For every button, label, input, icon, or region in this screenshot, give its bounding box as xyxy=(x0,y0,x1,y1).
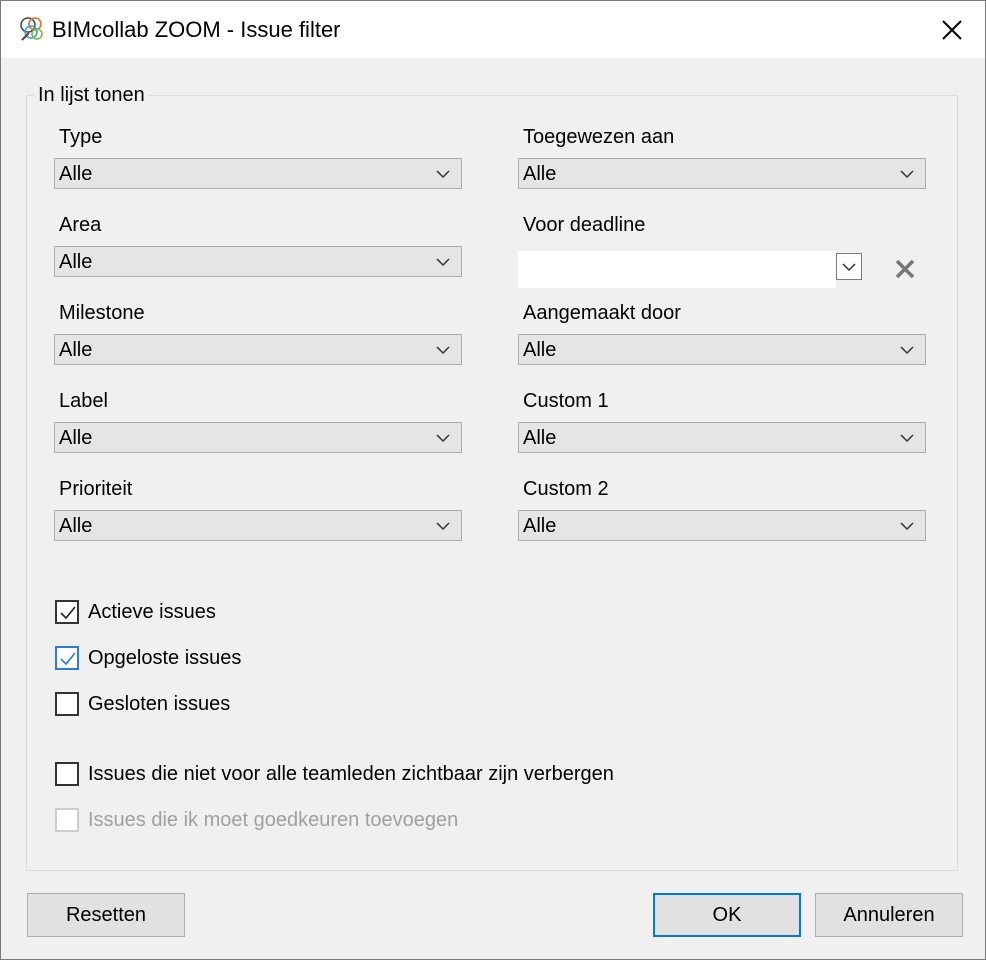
checkmark-icon xyxy=(60,606,76,620)
chevron-down-icon xyxy=(436,434,450,443)
date-picker-button[interactable] xyxy=(836,253,862,280)
verbergen-label[interactable]: Issues die niet voor alle teamleden zich… xyxy=(88,763,614,786)
reset-button[interactable]: Resetten xyxy=(27,893,185,937)
milestone-dropdown[interactable]: Alle xyxy=(54,334,462,365)
custom1-dropdown[interactable]: Alle xyxy=(518,422,926,453)
type-dropdown[interactable]: Alle xyxy=(54,158,462,189)
issue-filter-dialog: BIMcollab ZOOM - Issue filter In lijst t… xyxy=(0,0,986,960)
aangemaakt-label: Aangemaakt door xyxy=(523,302,681,324)
toegewezen-label: Toegewezen aan xyxy=(523,126,675,148)
checkmark-icon xyxy=(60,652,76,666)
toegewezen-value: Alle xyxy=(523,163,557,185)
type-value: Alle xyxy=(59,163,93,185)
clear-x-icon xyxy=(895,259,915,279)
opgeloste-issues-checkbox[interactable] xyxy=(55,646,79,670)
chevron-down-icon xyxy=(842,262,856,271)
custom2-value: Alle xyxy=(523,515,557,537)
toegewezen-dropdown[interactable]: Alle xyxy=(518,158,926,189)
window-title: BIMcollab ZOOM - Issue filter xyxy=(52,17,341,42)
chevron-down-icon xyxy=(436,258,450,267)
title-bar: BIMcollab ZOOM - Issue filter xyxy=(1,1,985,58)
deadline-label: Voor deadline xyxy=(523,214,646,236)
cancel-button[interactable]: Annuleren xyxy=(815,893,963,937)
prioriteit-dropdown[interactable]: Alle xyxy=(54,510,462,541)
clear-deadline-button[interactable] xyxy=(891,256,919,282)
chevron-down-icon xyxy=(900,346,914,355)
close-button[interactable] xyxy=(931,11,973,49)
goedkeuren-checkbox xyxy=(55,808,79,832)
milestone-value: Alle xyxy=(59,339,93,361)
chevron-down-icon xyxy=(900,522,914,531)
groupbox-title: In lijst tonen xyxy=(34,84,149,107)
bimcollab-logo-icon xyxy=(18,15,46,43)
deadline-date-field[interactable] xyxy=(518,251,836,288)
filter-groupbox xyxy=(26,95,958,871)
prioriteit-value: Alle xyxy=(59,515,93,537)
opgeloste-issues-label[interactable]: Opgeloste issues xyxy=(88,647,241,670)
actieve-issues-checkbox[interactable] xyxy=(55,600,79,624)
chevron-down-icon xyxy=(436,170,450,179)
prioriteit-label: Prioriteit xyxy=(59,478,133,500)
area-label: Area xyxy=(59,214,102,236)
chevron-down-icon xyxy=(436,346,450,355)
custom2-label: Custom 2 xyxy=(523,478,609,500)
milestone-label: Milestone xyxy=(59,302,145,324)
gesloten-issues-label[interactable]: Gesloten issues xyxy=(88,693,230,716)
custom2-dropdown[interactable]: Alle xyxy=(518,510,926,541)
close-icon xyxy=(942,20,962,40)
custom1-label: Custom 1 xyxy=(523,390,609,412)
ok-button[interactable]: OK xyxy=(653,893,801,937)
aangemaakt-dropdown[interactable]: Alle xyxy=(518,334,926,365)
chevron-down-icon xyxy=(900,170,914,179)
actieve-issues-label[interactable]: Actieve issues xyxy=(88,601,216,624)
chevron-down-icon xyxy=(436,522,450,531)
label-label: Label xyxy=(59,390,108,412)
goedkeuren-label: Issues die ik moet goedkeuren toevoegen xyxy=(88,809,459,831)
chevron-down-icon xyxy=(900,434,914,443)
area-dropdown[interactable]: Alle xyxy=(54,246,462,277)
aangemaakt-value: Alle xyxy=(523,339,557,361)
label-value: Alle xyxy=(59,427,93,449)
type-label: Type xyxy=(59,126,103,148)
area-value: Alle xyxy=(59,251,93,273)
verbergen-checkbox[interactable] xyxy=(55,762,79,786)
gesloten-issues-checkbox[interactable] xyxy=(55,692,79,716)
custom1-value: Alle xyxy=(523,427,557,449)
label-dropdown[interactable]: Alle xyxy=(54,422,462,453)
